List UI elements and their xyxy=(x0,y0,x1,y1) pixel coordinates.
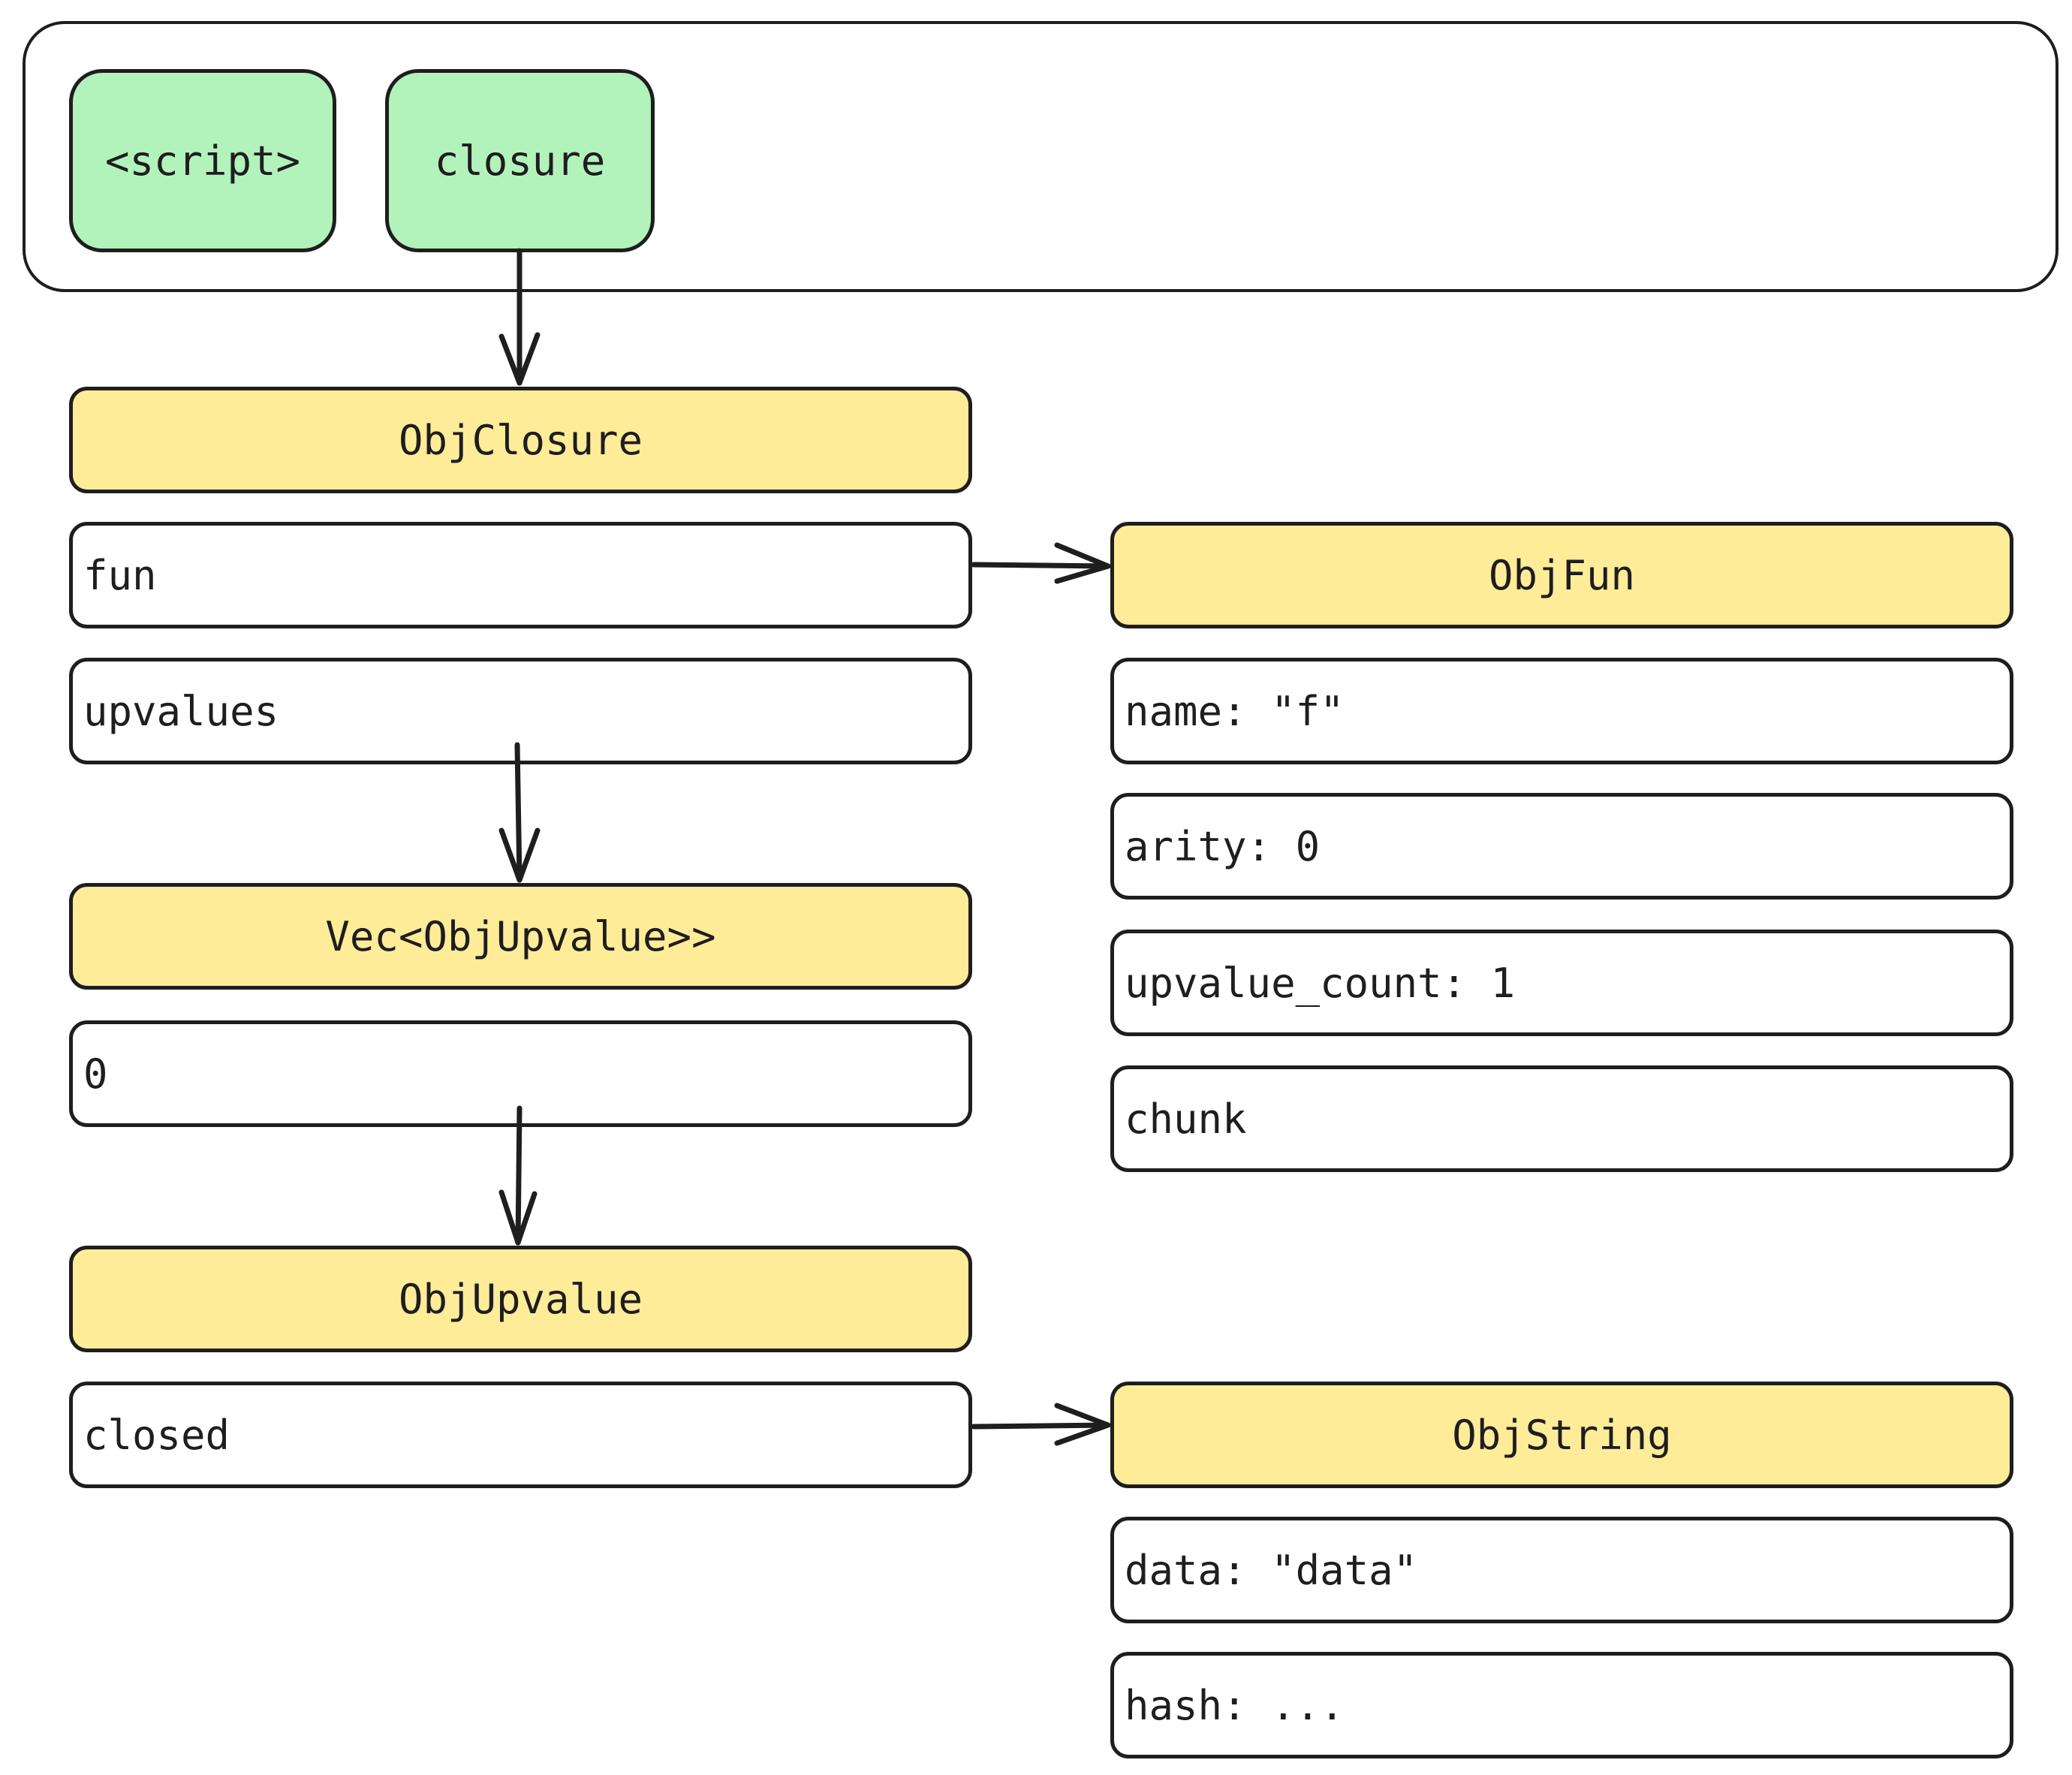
field-label: arity: 0 xyxy=(1125,822,1321,870)
stack-slot-label: closure xyxy=(434,137,606,185)
field-label: chunk xyxy=(1125,1095,1247,1143)
field-label: closed xyxy=(83,1411,230,1459)
obj-fun-field-upvalue-count[interactable]: upvalue_count: 1 xyxy=(1110,930,2013,1036)
stack-slot-script[interactable]: <script> xyxy=(69,69,336,252)
stack-slot-closure[interactable]: closure xyxy=(385,69,655,252)
arrow-fun-to-objfun xyxy=(971,542,1111,584)
vec-upvalue-header[interactable]: Vec<ObjUpvalue>> xyxy=(69,883,972,990)
object-title: ObjUpvalue xyxy=(398,1275,643,1323)
stack-slot-label: <script> xyxy=(104,137,301,185)
obj-closure-field-upvalues[interactable]: upvalues xyxy=(69,658,972,764)
obj-string-header[interactable]: ObjString xyxy=(1110,1382,2013,1488)
obj-upvalue-header[interactable]: ObjUpvalue xyxy=(69,1246,972,1352)
obj-fun-field-arity[interactable]: arity: 0 xyxy=(1110,793,2013,900)
field-label: upvalue_count: 1 xyxy=(1125,959,1516,1007)
vec-upvalue-field-0[interactable]: 0 xyxy=(69,1020,972,1127)
field-label: name: "f" xyxy=(1125,687,1345,735)
arrow-upvalues-to-vec xyxy=(498,742,541,883)
arrow-closed-to-objstring xyxy=(971,1403,1111,1446)
field-label: hash: ... xyxy=(1125,1681,1345,1729)
obj-upvalue-field-closed[interactable]: closed xyxy=(69,1382,972,1488)
obj-closure-header[interactable]: ObjClosure xyxy=(69,387,972,493)
object-title: Vec<ObjUpvalue>> xyxy=(325,912,716,960)
obj-fun-field-name[interactable]: name: "f" xyxy=(1110,658,2013,764)
obj-fun-field-chunk[interactable]: chunk xyxy=(1110,1065,2013,1172)
obj-fun-header[interactable]: ObjFun xyxy=(1110,522,2013,628)
field-label: upvalues xyxy=(83,687,279,735)
object-title: ObjClosure xyxy=(398,416,643,464)
obj-string-field-data[interactable]: data: "data" xyxy=(1110,1517,2013,1623)
obj-string-field-hash[interactable]: hash: ... xyxy=(1110,1652,2013,1758)
field-label: data: "data" xyxy=(1125,1546,1418,1594)
arrow-slot0-to-objupvalue xyxy=(498,1105,538,1246)
obj-closure-field-fun[interactable]: fun xyxy=(69,522,972,628)
object-title: ObjFun xyxy=(1488,551,1636,599)
object-title: ObjString xyxy=(1452,1411,1672,1459)
field-label: fun xyxy=(83,551,157,599)
field-label: 0 xyxy=(83,1050,108,1098)
